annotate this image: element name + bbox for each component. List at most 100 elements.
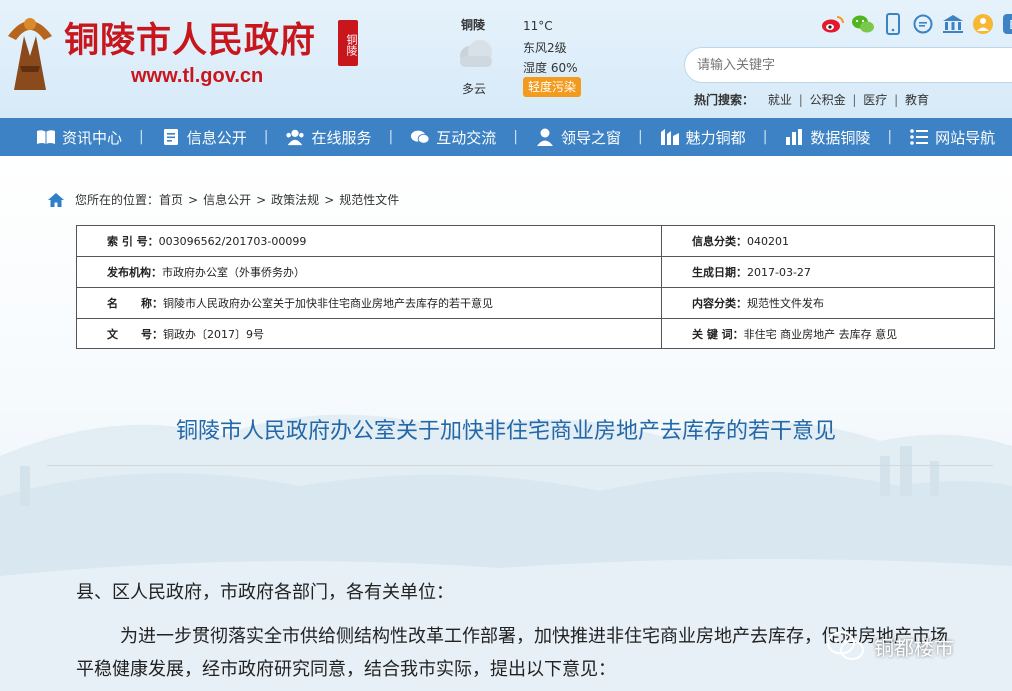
- social-links: E: [820, 12, 1012, 36]
- list-icon: [909, 127, 929, 147]
- nav-item-info-disclosure[interactable]: 信息公开: [161, 118, 247, 156]
- meta-cell: 文 号： 铜政办〔2017〕9号: [77, 319, 662, 349]
- nav-separator: |: [513, 129, 518, 145]
- nav-separator: |: [263, 129, 269, 145]
- breadcrumb-home[interactable]: 首页: [159, 191, 183, 208]
- document-icon: [161, 127, 181, 147]
- meta-value-name: 铜陵市人民政府办公室关于加快非住宅商业房地产去库存的若干意见: [162, 297, 493, 310]
- city-icon: [660, 127, 680, 147]
- nav-separator: |: [388, 129, 394, 145]
- meta-key-publisher: 发布机构：: [107, 266, 162, 279]
- english-icon[interactable]: E: [1000, 12, 1012, 36]
- weibo-icon[interactable]: [820, 12, 846, 36]
- meta-key-name: 名 称：: [107, 297, 163, 310]
- watermark-text: 铜都楼市: [874, 635, 954, 660]
- meta-value-content-type: 规范性文件发布: [747, 297, 824, 310]
- breadcrumb-info-disclosure[interactable]: 信息公开: [203, 191, 251, 208]
- wechat-icon[interactable]: [850, 12, 876, 36]
- meta-cell: 索 引 号： 003096562/201703-00099: [77, 226, 662, 256]
- meta-key-content-type: 内容分类：: [692, 297, 747, 310]
- site-name[interactable]: 铜陵市人民政府: [64, 12, 316, 63]
- book-icon: [36, 127, 56, 147]
- meta-cell: 关 键 词： 非住宅 商业房地产 去库存 意见: [662, 319, 994, 349]
- nav-item-interaction[interactable]: 互动交流: [410, 118, 496, 156]
- cloudy-weather-icon: [460, 40, 492, 67]
- air-quality-badge: 轻度污染: [523, 77, 581, 97]
- home-icon[interactable]: [47, 192, 65, 208]
- people-icon: [285, 127, 305, 147]
- site-header: 铜陵市人民政府 铜陵 www.tl.gov.cn 铜陵 多云 11°C 东风2级…: [0, 0, 1012, 118]
- separator: |: [894, 93, 899, 107]
- breadcrumb: 您所在的位置： 首页 > 信息公开 > 政策法规 > 规范性文件: [47, 191, 399, 208]
- hot-keyword-housing-fund[interactable]: 公积金: [810, 93, 846, 107]
- nav-separator: |: [887, 129, 893, 145]
- table-row: 索 引 号： 003096562/201703-00099 信息分类： 0402…: [77, 226, 994, 257]
- search-input[interactable]: [684, 47, 1012, 83]
- hot-search: 热门搜索： 就业 | 公积金 | 医疗 | 教育: [694, 91, 929, 108]
- document-meta-table: 索 引 号： 003096562/201703-00099 信息分类： 0402…: [76, 225, 995, 349]
- hot-keyword-medical[interactable]: 医疗: [863, 93, 887, 107]
- nav-label: 数据铜陵: [810, 128, 871, 147]
- watermark: 铜都楼市: [826, 630, 954, 662]
- city-emblem-icon: [8, 18, 52, 90]
- hot-search-label: 热门搜索：: [694, 93, 755, 107]
- article-title: 铜陵市人民政府办公室关于加快非住宅商业房地产去库存的若干意见: [175, 419, 836, 444]
- nav-item-site-navigation[interactable]: 网站导航: [909, 118, 995, 156]
- meta-key-index: 索 引 号：: [107, 235, 159, 248]
- weather-wind: 东风2级: [523, 41, 567, 55]
- article-body-paragraph: 为进一步贯彻落实全市供给侧结构性改革工作部署，加快推进非住宅商业房地产去库存，促…: [76, 626, 948, 680]
- hot-keyword-education[interactable]: 教育: [905, 93, 929, 107]
- separator: |: [798, 93, 803, 107]
- gov-building-icon[interactable]: [940, 12, 966, 36]
- nav-label: 在线服务: [311, 128, 372, 147]
- meta-value-doc-number: 铜政办〔2017〕9号: [162, 328, 264, 341]
- breadcrumb-separator: >: [324, 192, 335, 207]
- meta-cell: 内容分类： 规范性文件发布: [662, 288, 994, 318]
- hot-keyword-jobs[interactable]: 就业: [768, 93, 792, 107]
- meta-value-keywords: 非住宅 商业房地产 去库存 意见: [743, 328, 898, 341]
- table-row: 发布机构： 市政府办公室（外事侨务办） 生成日期： 2017-03-27: [77, 257, 994, 288]
- nav-separator: |: [762, 129, 768, 145]
- meta-value-date: 2017-03-27: [747, 265, 811, 279]
- mobile-icon[interactable]: [880, 12, 906, 36]
- main-nav: 资讯中心 | 信息公开 | 在线服务 | 互动交流 | 领导之窗 | 魅力铜都 …: [0, 118, 1012, 156]
- breadcrumb-separator: >: [188, 192, 199, 207]
- nav-label: 网站导航: [935, 128, 996, 147]
- seal-logo: 铜陵: [338, 20, 358, 66]
- meta-key-date: 生成日期：: [692, 266, 747, 279]
- meta-value-category: 040201: [747, 234, 789, 248]
- chat-bubble-icon: [410, 127, 430, 147]
- breadcrumb-separator: >: [256, 192, 267, 207]
- nav-separator: |: [139, 129, 144, 145]
- weather-city: 铜陵: [461, 18, 486, 32]
- site-url[interactable]: www.tl.gov.cn: [131, 65, 263, 88]
- nav-label: 互动交流: [436, 128, 497, 147]
- elderly-mode-icon[interactable]: [970, 12, 996, 36]
- breadcrumb-policies[interactable]: 政策法规: [271, 191, 319, 208]
- chat-icon[interactable]: [910, 12, 936, 36]
- separator: |: [852, 93, 857, 107]
- nav-label: 资讯中心: [62, 128, 123, 147]
- nav-item-news-center[interactable]: 资讯中心: [36, 118, 122, 156]
- nav-label: 魅力铜都: [685, 128, 746, 147]
- meta-value-publisher: 市政府办公室（外事侨务办）: [162, 266, 305, 279]
- table-row: 名 称： 铜陵市人民政府办公室关于加快非住宅商业房地产去库存的若干意见 内容分类…: [77, 288, 994, 319]
- meta-key-category: 信息分类：: [692, 235, 747, 248]
- nav-separator: |: [637, 129, 643, 145]
- user-icon: [535, 127, 555, 147]
- breadcrumb-normative-docs[interactable]: 规范性文件: [339, 191, 399, 208]
- nav-item-leaders-window[interactable]: 领导之窗: [535, 118, 621, 156]
- wechat-watermark-icon: [827, 631, 864, 660]
- breadcrumb-prefix: 您所在的位置：: [75, 193, 160, 207]
- title-divider: [47, 465, 993, 466]
- nav-label: 信息公开: [186, 128, 247, 147]
- nav-item-data-tongling[interactable]: 数据铜陵: [784, 118, 870, 156]
- meta-cell: 生成日期： 2017-03-27: [662, 257, 994, 287]
- meta-cell: 信息分类： 040201: [662, 226, 994, 256]
- bar-chart-icon: [784, 127, 804, 147]
- weather-temperature: 11°C: [523, 19, 553, 33]
- weather-humidity: 湿度 60%: [523, 61, 578, 75]
- nav-item-charm-tongdu[interactable]: 魅力铜都: [660, 118, 746, 156]
- meta-value-index: 003096562/201703-00099: [158, 234, 307, 248]
- nav-item-online-service[interactable]: 在线服务: [285, 118, 371, 156]
